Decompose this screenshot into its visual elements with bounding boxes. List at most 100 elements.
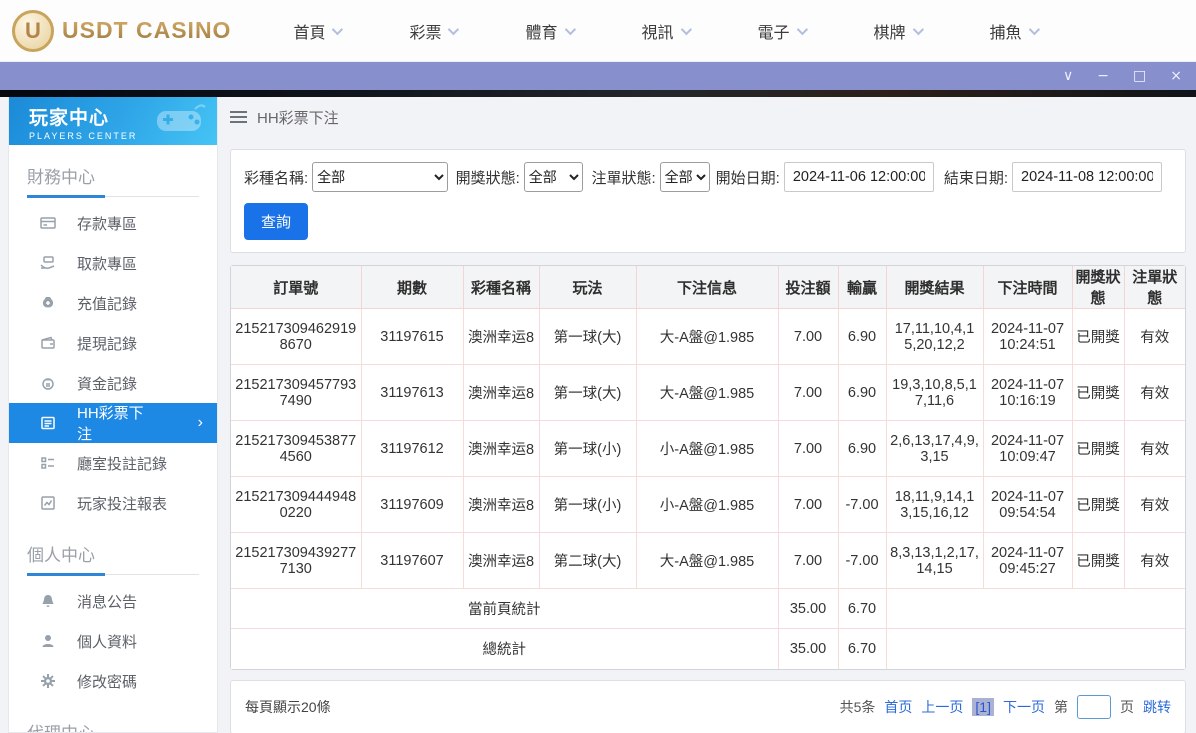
summary-win-loss-total: 6.70 [837, 588, 886, 629]
chevron-down-icon [564, 23, 576, 35]
cell-bet-amount: 7.00 [777, 308, 838, 365]
section-underline [27, 573, 199, 576]
main-panel: HH彩票下注 彩種名稱: 全部 開獎狀態: 全部 注單狀態: 全部 開始日期: … [230, 97, 1186, 733]
cell-order-id: 2152173094629198670 [231, 308, 361, 365]
search-button[interactable]: 查詢 [244, 203, 309, 240]
summary-label: 當前頁統計 [231, 588, 778, 629]
order-status-label: 注單狀態: [591, 169, 656, 187]
recharge-record-icon [39, 294, 57, 312]
cell-draw-result: 2,6,13,17,4,9,3,15 [885, 420, 983, 477]
table-header-row: 訂單號 期數 彩種名稱 玩法 下注信息 投注額 輸贏 開獎結果 下注時間 開獎狀… [231, 266, 1185, 309]
nav-item-home[interactable]: 首頁 [293, 19, 344, 43]
col-draw-status: 開獎狀態 [1071, 266, 1124, 309]
sidebar-item-funds-record[interactable]: 資金記錄 [9, 363, 217, 403]
breadcrumb: HH彩票下注 [230, 97, 1186, 137]
cell-play-type: 第二球(大) [538, 532, 636, 589]
cell-win-loss: -7.00 [837, 476, 886, 533]
nav-item-video[interactable]: 視訊 [642, 19, 692, 43]
draw-status-select[interactable]: 全部 [523, 162, 584, 192]
table-row: 2152173094538774560 31197612 澳洲幸运8 第一球(小) 小-… [231, 420, 1185, 477]
sidebar-item-player-report[interactable]: 玩家投注報表 [9, 483, 217, 523]
jump-page-input[interactable] [1077, 694, 1111, 719]
cell-lottery-name: 澳洲幸运8 [462, 420, 539, 477]
cell-bet-info: 大-A盤@1.985 [635, 364, 778, 421]
cell-bet-time: 2024-11-07 09:45:27 [982, 532, 1072, 589]
next-page-link[interactable]: 下一页 [1003, 697, 1045, 717]
cell-draw-status: 已開獎 [1071, 476, 1124, 533]
nav-label: 彩票 [409, 24, 442, 42]
chevron-down-icon [912, 23, 924, 35]
jump-button[interactable]: 跳转 [1143, 697, 1171, 717]
lottery-name-select[interactable]: 全部 [312, 162, 448, 192]
sidebar-item-withdraw[interactable]: 取款專區 [9, 243, 217, 283]
cell-lottery-name: 澳洲幸运8 [462, 532, 539, 589]
nav-label: 電子 [757, 24, 790, 42]
first-page-link[interactable]: 首页 [884, 697, 912, 717]
sidebar-item-announcements[interactable]: 消息公告 [9, 581, 217, 621]
jump-prefix-label: 第 [1054, 698, 1068, 715]
window-close-icon[interactable]: × [1170, 69, 1182, 83]
window-titlebar: ∨ − □ × [0, 62, 1196, 90]
window-minimize-icon[interactable]: − [1097, 69, 1109, 83]
pager: 共5条 首页 上一页 [1] 下一页 第 页 跳转 [840, 694, 1171, 719]
prev-page-link[interactable]: 上一页 [921, 697, 963, 717]
summary-empty [885, 628, 1185, 669]
cell-order-status: 有效 [1123, 476, 1185, 533]
end-date-label: 結束日期: [943, 169, 1008, 187]
summary-bet-total: 35.00 [777, 628, 838, 669]
section-label-agent: 代理中心 [9, 701, 217, 732]
cell-draw-result: 17,11,10,4,15,20,12,2 [885, 308, 983, 365]
user-icon [39, 632, 57, 650]
nav-label: 首頁 [293, 24, 326, 42]
cell-draw-status: 已開獎 [1071, 420, 1124, 477]
chevron-down-icon [796, 23, 808, 35]
end-date-input[interactable] [1012, 162, 1162, 192]
col-period: 期數 [360, 266, 463, 309]
sidebar-item-change-password[interactable]: 修改密碼 [9, 661, 217, 701]
sidebar-item-profile[interactable]: 個人資料 [9, 621, 217, 661]
sidebar-item-label: 存款專區 [77, 215, 138, 233]
window-maximize-icon[interactable]: □ [1133, 69, 1146, 83]
content-area: 玩家中心 PLAYERS CENTER 財務中心 存款專區 取款專區 充值記錄 … [0, 97, 1196, 733]
cell-bet-amount: 7.00 [777, 420, 838, 477]
nav-item-boardgames[interactable]: 棋牌 [874, 19, 924, 43]
nav-item-lottery[interactable]: 彩票 [409, 19, 460, 43]
cell-lottery-name: 澳洲幸运8 [462, 364, 539, 421]
chevron-right-icon: › [197, 414, 203, 431]
lottery-bet-icon [39, 414, 57, 432]
cell-period: 31197609 [360, 476, 463, 533]
nav-item-fishing[interactable]: 捕魚 [990, 19, 1040, 43]
cell-order-id: 2152173094449480220 [231, 476, 361, 533]
sidebar-item-label: 個人資料 [77, 633, 138, 651]
sidebar-item-hh-lottery-bets[interactable]: HH彩票下注 › [9, 403, 217, 443]
order-status-select[interactable]: 全部 [659, 162, 710, 192]
cell-order-status: 有效 [1123, 532, 1185, 589]
section-label-personal: 個人中心 [27, 546, 95, 565]
table-row: 2152173094577937490 31197613 澳洲幸运8 第一球(大) 大-… [231, 364, 1185, 421]
cell-bet-amount: 7.00 [777, 476, 838, 533]
col-draw-result: 開獎結果 [885, 266, 983, 309]
logo-emblem-icon: U [12, 9, 54, 52]
cell-bet-amount: 7.00 [777, 364, 838, 421]
table-row: 2152173094392777130 31197607 澳洲幸运8 第二球(大) 大-… [231, 532, 1185, 589]
sidebar-item-hall-bet-record[interactable]: 廳室投註記錄 [9, 443, 217, 483]
player-report-icon [39, 494, 57, 512]
window-dropdown-icon[interactable]: ∨ [1063, 69, 1073, 83]
cell-order-status: 有效 [1123, 364, 1185, 421]
bets-table: 訂單號 期數 彩種名稱 玩法 下注信息 投注額 輸贏 開獎結果 下注時間 開獎狀… [231, 266, 1185, 669]
sidebar-item-cashout-record[interactable]: 提現記錄 [9, 323, 217, 363]
sidebar-item-recharge-record[interactable]: 充值記錄 [9, 283, 217, 323]
cashout-record-icon [39, 334, 57, 352]
nav-item-slots[interactable]: 電子 [757, 19, 808, 43]
nav-item-sports[interactable]: 體育 [525, 19, 576, 43]
cell-bet-time: 2024-11-07 09:54:54 [982, 476, 1072, 533]
hamburger-menu-icon[interactable] [230, 111, 247, 123]
cell-play-type: 第一球(大) [538, 364, 636, 421]
sidebar-item-deposit[interactable]: 存款專區 [9, 203, 217, 243]
cell-period: 31197612 [360, 420, 463, 477]
cell-draw-result: 8,3,13,1,2,17,14,15 [885, 532, 983, 589]
cell-order-id: 2152173094538774560 [231, 420, 361, 477]
start-date-input[interactable] [783, 162, 934, 192]
cell-win-loss: 6.90 [837, 364, 886, 421]
logo[interactable]: U USDT CASINO [12, 9, 231, 52]
